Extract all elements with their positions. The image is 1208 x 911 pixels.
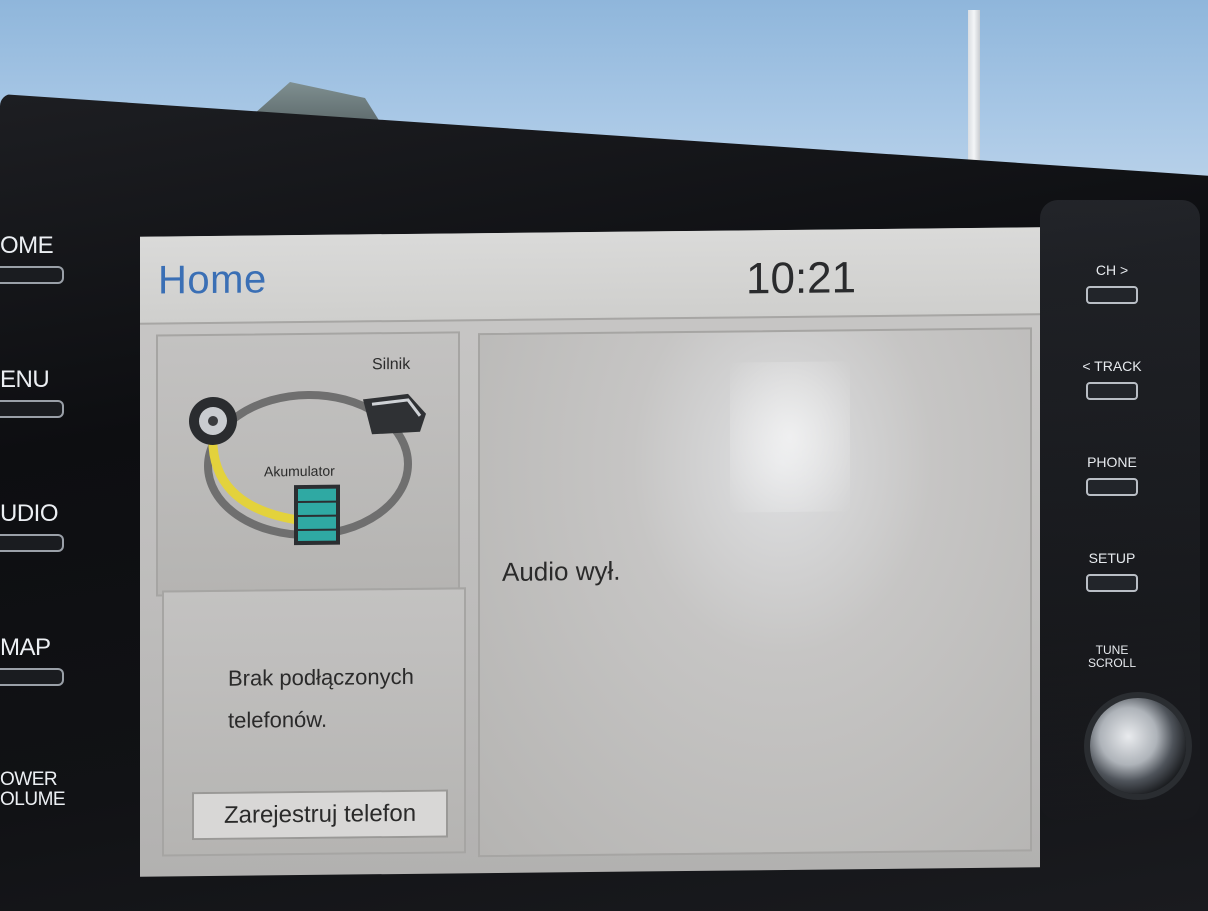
home-hard-button-label: OME xyxy=(0,232,54,259)
menu-hard-button[interactable]: ENU xyxy=(0,366,70,418)
register-phone-button[interactable]: Zarejestruj telefon xyxy=(192,789,448,841)
map-hard-button-label: MAP xyxy=(0,634,51,661)
power-volume-label: OWER OLUME xyxy=(0,770,70,814)
audio-status: Audio wył. xyxy=(502,555,621,587)
phone-tile[interactable]: Brak podłączonych telefonów. Zarejestruj… xyxy=(162,587,466,857)
phone-hard-key[interactable] xyxy=(1086,478,1138,496)
audio-hard-button-key[interactable] xyxy=(0,534,64,552)
scroll-label: SCROLL xyxy=(1087,656,1137,670)
wheel-icon xyxy=(189,396,237,445)
setup-hard-label: SETUP xyxy=(1088,550,1136,566)
map-hard-button[interactable]: MAP xyxy=(0,634,70,686)
no-phone-line2: telefonów. xyxy=(228,706,328,733)
audio-tile[interactable]: Audio wył. xyxy=(478,327,1032,858)
home-hard-button[interactable]: OME xyxy=(0,232,70,284)
engine-label: Silnik xyxy=(372,355,411,374)
page-title: Home xyxy=(158,257,267,303)
engine-icon xyxy=(363,393,426,435)
phone-hard-label: PHONE xyxy=(1087,454,1137,470)
background-pole xyxy=(968,10,980,170)
channel-next-label: CH > xyxy=(1095,262,1129,278)
tune-scroll-knob[interactable] xyxy=(1090,698,1186,794)
channel-next-key[interactable] xyxy=(1086,286,1138,304)
tune-label: TUNE xyxy=(1095,643,1129,657)
volume-label: OLUME xyxy=(0,789,66,810)
menu-hard-button-label: ENU xyxy=(0,366,50,393)
audio-hard-button-label: UDIO xyxy=(0,500,59,527)
menu-hard-button-key[interactable] xyxy=(0,400,64,418)
no-phone-line1: Brak podłączonych xyxy=(228,663,414,691)
audio-hard-button[interactable]: UDIO xyxy=(0,500,70,552)
no-phone-message: Brak podłączonych telefonów. xyxy=(228,656,438,742)
track-prev-label: < TRACK xyxy=(1082,358,1142,374)
phone-hard-button[interactable]: PHONE xyxy=(1072,454,1152,496)
track-prev-button[interactable]: < TRACK xyxy=(1072,358,1152,400)
map-hard-button-key[interactable] xyxy=(0,668,64,686)
battery-icon xyxy=(294,484,340,546)
tune-scroll-label: TUNE SCROLL xyxy=(1072,644,1152,670)
energy-monitor-tile[interactable]: Silnik Akumulator xyxy=(156,331,460,597)
clock-display: 10:21 xyxy=(746,253,857,304)
setup-hard-button[interactable]: SETUP xyxy=(1072,550,1152,592)
screen-header: Home 10:21 xyxy=(140,227,1040,325)
power-label: OWER xyxy=(0,769,58,790)
screen-glare xyxy=(730,361,850,513)
battery-label: Akumulator xyxy=(264,462,335,480)
track-prev-key[interactable] xyxy=(1086,382,1138,400)
home-hard-button-key[interactable] xyxy=(0,266,64,284)
channel-next-button[interactable]: CH > xyxy=(1072,262,1152,304)
setup-hard-key[interactable] xyxy=(1086,574,1138,592)
infotainment-screen: Home 10:21 Silnik Akumulator Brak podłąc… xyxy=(140,227,1040,877)
power-volume-knob-label: OWER OLUME xyxy=(0,770,70,814)
